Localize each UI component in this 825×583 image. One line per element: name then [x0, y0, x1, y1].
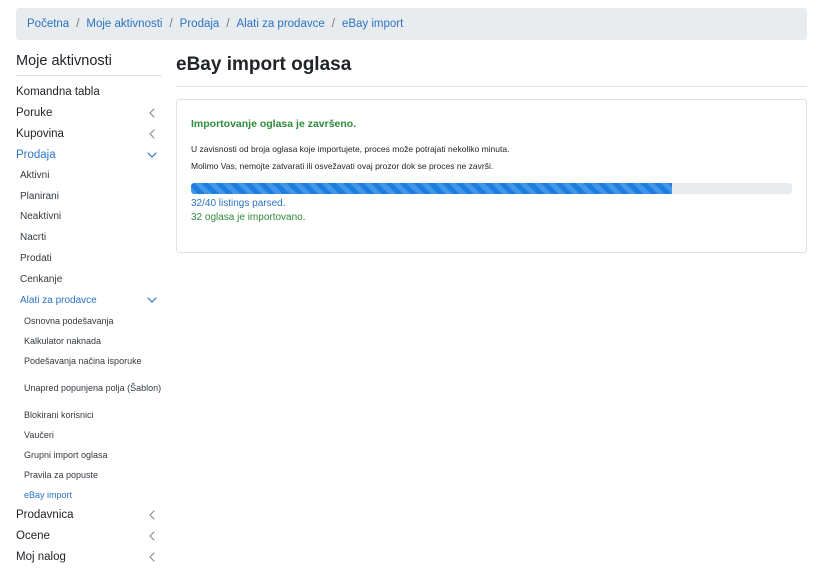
import-status-card: Importovanje oglasa je završeno. U zavis…: [176, 99, 807, 253]
import-progress-track: [191, 183, 792, 194]
sidebar-item-label: Moj nalog: [16, 551, 66, 564]
breadcrumb: Početna / Moje aktivnosti / Prodaja / Al…: [16, 8, 807, 40]
sidebar-item-label: Blokirani korisnici: [24, 409, 94, 420]
breadcrumb-separator: /: [169, 18, 173, 30]
sidebar-item-prodaja[interactable]: Prodaja: [16, 144, 162, 165]
breadcrumb-separator: /: [226, 18, 230, 30]
sidebar-item-label: Prodavnica: [16, 509, 74, 522]
chevron-left-icon: [146, 551, 158, 563]
sidebar-item-podesavanja-nacina-isporuke[interactable]: Podešavanja načina isporuke: [16, 351, 162, 371]
sidebar-item-label: Ocene: [16, 530, 50, 543]
sidebar-item-label: Prodati: [20, 253, 52, 265]
info-text-duration: U zavisnosti od broja oglasa koje import…: [191, 144, 510, 154]
sidebar-item-label: eBay import: [24, 489, 73, 500]
sidebar: Moje aktivnosti Komandna tabla Poruke Kupo…: [16, 52, 162, 568]
sidebar-item-label: Kalkulator naknada: [24, 335, 102, 346]
sidebar-item-label: Vaučeri: [24, 429, 54, 440]
sidebar-item-planirani[interactable]: Planirani: [16, 186, 162, 207]
breadcrumb-item-ebay-import[interactable]: eBay import: [342, 18, 403, 30]
chevron-left-icon: [146, 509, 158, 521]
sidebar-item-vauceri[interactable]: Vaučeri: [16, 425, 162, 445]
imported-count-text: 32 oglasa je importovano.: [191, 212, 306, 223]
sidebar-title: Moje aktivnosti: [16, 52, 162, 76]
info-text-warning: Molimo Vas, nemojte zatvarati ili osveža…: [191, 161, 494, 171]
sidebar-item-osnovna-podesavanja[interactable]: Osnovna podešavanja: [16, 311, 162, 331]
sidebar-item-neaktivni[interactable]: Neaktivni: [16, 207, 162, 228]
sidebar-item-label: Poruke: [16, 106, 53, 119]
sidebar-item-poruke[interactable]: Poruke: [16, 102, 162, 123]
sidebar-item-komandna-tabla[interactable]: Komandna tabla: [16, 81, 162, 102]
sidebar-item-aktivni[interactable]: Aktivni: [16, 165, 162, 186]
sidebar-item-label: Alati za prodavce: [20, 294, 97, 306]
sidebar-item-label: Osnovna podešavanja: [24, 315, 114, 326]
sidebar-item-label: Pravila za popuste: [24, 469, 99, 480]
sidebar-item-nacrti[interactable]: Nacrti: [16, 227, 162, 248]
breadcrumb-item-moje-aktivnosti[interactable]: Moje aktivnosti: [86, 18, 162, 30]
breadcrumb-item-prodaja[interactable]: Prodaja: [180, 18, 220, 30]
sidebar-item-label: Neaktivni: [20, 211, 62, 223]
sidebar-item-kupovina[interactable]: Kupovina: [16, 123, 162, 144]
sidebar-item-label: Podešavanja načina isporuke: [24, 355, 142, 366]
sidebar-item-ebay-import[interactable]: eBay import: [16, 485, 162, 505]
breadcrumb-separator: /: [76, 18, 80, 30]
sidebar-item-label: Prodaja: [16, 148, 56, 161]
chevron-down-icon: [146, 294, 158, 306]
import-progress-bar: [191, 183, 672, 194]
chevron-left-icon: [146, 128, 158, 140]
parsed-count-text: 32/40 listings parsed.: [191, 198, 286, 209]
sidebar-item-label: Aktivni: [20, 169, 50, 181]
sidebar-item-ocene[interactable]: Ocene: [16, 526, 162, 547]
sidebar-item-grupni-import-oglasa[interactable]: Grupni import oglasa: [16, 445, 162, 465]
sidebar-item-unapred-popunjena-polja-sablon[interactable]: Unapred popunjena polja (Šablon): [16, 371, 162, 405]
sidebar-item-kalkulator-naknada[interactable]: Kalkulator naknada: [16, 331, 162, 351]
import-status-title: Importovanje oglasa je završeno.: [191, 118, 357, 130]
sidebar-item-prodati[interactable]: Prodati: [16, 248, 162, 269]
sidebar-item-label: Kupovina: [16, 127, 64, 140]
breadcrumb-separator: /: [331, 18, 335, 30]
page-title: eBay import oglasa: [176, 52, 807, 87]
sidebar-nav: Komandna tabla Poruke Kupovina Prodaja Aktiv…: [16, 81, 162, 568]
breadcrumb-item-pocetna[interactable]: Početna: [27, 18, 69, 30]
sidebar-item-alati-za-prodavce[interactable]: Alati za prodavce: [16, 290, 162, 311]
sidebar-item-label: Planirani: [20, 190, 59, 202]
sidebar-item-label: Cenkanje: [20, 273, 63, 285]
sidebar-item-blokirani-korisnici[interactable]: Blokirani korisnici: [16, 405, 162, 425]
sidebar-item-label: Unapred popunjena polja (Šablon): [24, 382, 162, 393]
sidebar-item-label: Grupni import oglasa: [24, 449, 108, 460]
sidebar-item-label: Nacrti: [20, 232, 47, 244]
breadcrumb-item-alati-za-prodavce[interactable]: Alati za prodavce: [237, 18, 325, 30]
sidebar-item-cenkanje[interactable]: Cenkanje: [16, 269, 162, 290]
chevron-left-icon: [146, 530, 158, 542]
sidebar-item-pravila-za-popuste[interactable]: Pravila za popuste: [16, 465, 162, 485]
main-content: eBay import oglasa Importovanje oglasa j…: [176, 52, 807, 253]
sidebar-item-prodavnica[interactable]: Prodavnica: [16, 505, 162, 526]
chevron-down-icon: [146, 149, 158, 161]
sidebar-item-moj-nalog[interactable]: Moj nalog: [16, 547, 162, 568]
sidebar-item-label: Komandna tabla: [16, 85, 100, 98]
chevron-left-icon: [146, 107, 158, 119]
